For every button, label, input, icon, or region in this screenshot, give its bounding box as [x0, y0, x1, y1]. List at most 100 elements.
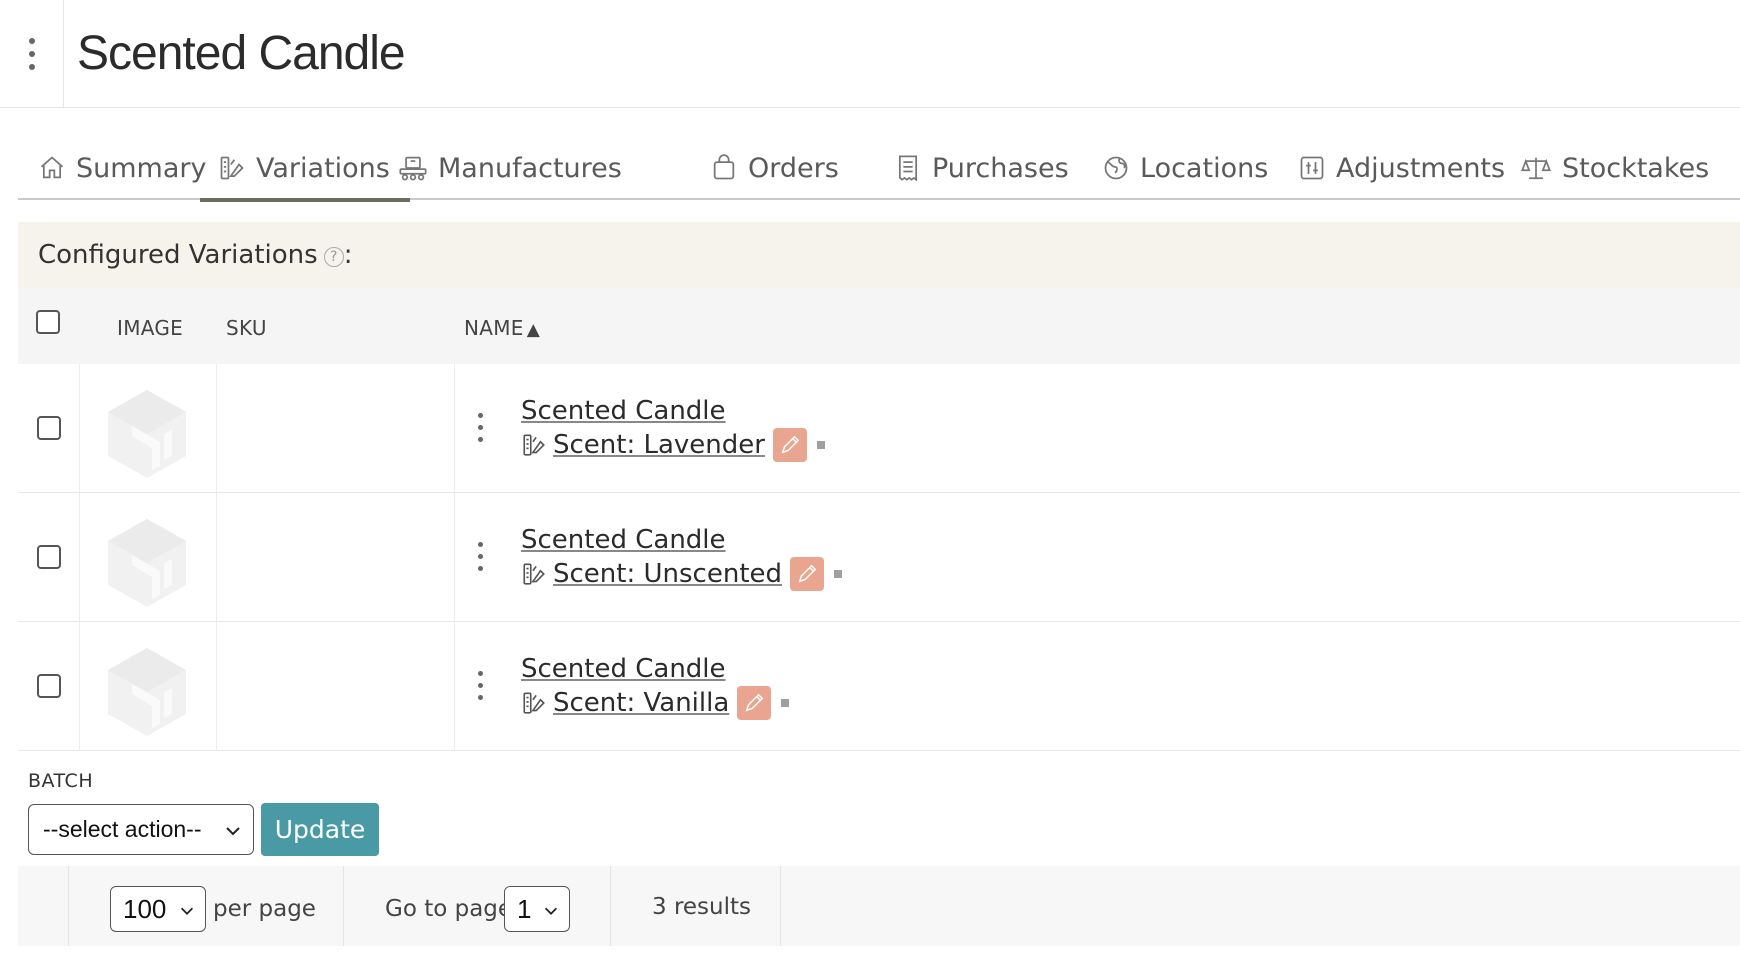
table-row: Scented Candle Scent: Lavender: [18, 364, 1740, 493]
row-image-cell: [80, 364, 217, 493]
batch-action-select[interactable]: --select action--: [28, 804, 254, 855]
row-actions-kebab-icon[interactable]: [478, 671, 483, 700]
row-checkbox[interactable]: [37, 416, 61, 440]
tab-adjustments[interactable]: Adjustments: [1298, 136, 1505, 200]
variations-icon: [523, 563, 545, 585]
tab-variations[interactable]: Variations: [200, 136, 410, 202]
table-row: Scented Candle Scent: Unscented: [18, 493, 1740, 622]
shopping-bag-icon: [713, 154, 735, 180]
product-placeholder-icon: [108, 648, 186, 736]
variation-name-link[interactable]: Scent: Vanilla: [553, 688, 729, 718]
variation-line: Scent: Unscented: [521, 557, 843, 591]
tab-summary-label: Summary: [76, 152, 207, 184]
row-actions-kebab-icon[interactable]: [478, 413, 483, 442]
product-name-link[interactable]: Scented Candle: [521, 396, 726, 426]
row-select-cell: [18, 622, 80, 751]
pencil-icon: [745, 693, 764, 712]
per-page-label: per page: [213, 896, 316, 922]
page-select[interactable]: 1: [504, 886, 570, 932]
batch-action-value: --select action--: [43, 816, 202, 842]
scales-icon: [1521, 157, 1551, 180]
row-sku-cell: [217, 493, 455, 622]
table-row: Scented Candle Scent: Vanilla: [18, 622, 1740, 751]
column-header-sku[interactable]: SKU: [226, 316, 267, 340]
tab-locations[interactable]: Locations: [1102, 136, 1268, 200]
product-name-link[interactable]: Scented Candle: [521, 525, 726, 555]
tab-manufactures-label: Manufactures: [438, 152, 622, 184]
variations-icon: [523, 434, 545, 456]
batch-label: BATCH: [28, 770, 94, 792]
product-name-link[interactable]: Scented Candle: [521, 654, 726, 684]
per-page-value: 100: [123, 893, 167, 924]
column-header-name[interactable]: NAME ▲: [464, 316, 540, 340]
product-placeholder-icon: [108, 390, 186, 478]
divider: [343, 866, 344, 946]
tab-purchases-label: Purchases: [932, 152, 1069, 184]
home-icon: [40, 156, 64, 179]
tab-summary[interactable]: Summary: [38, 136, 206, 200]
tab-stocktakes-label: Stocktakes: [1562, 152, 1710, 184]
chevron-down-icon: [544, 907, 558, 915]
edit-variation-button[interactable]: [737, 686, 772, 720]
tab-stocktakes[interactable]: Stocktakes: [1520, 136, 1709, 200]
divider: [68, 866, 69, 946]
variations-icon: [523, 692, 545, 714]
tab-bar: Summary Variations Manufactures Orders P…: [18, 136, 1740, 202]
divider: [780, 866, 781, 946]
conveyor-icon: [399, 156, 427, 181]
divider: [610, 866, 611, 946]
column-header-name-label: NAME: [464, 316, 524, 340]
variation-name-link[interactable]: Scent: Unscented: [553, 559, 782, 589]
table-header: IMAGE SKU NAME ▲: [18, 288, 1740, 364]
pencil-icon: [781, 435, 800, 454]
row-sku-cell: [217, 622, 455, 751]
page-header: Scented Candle: [0, 0, 1740, 108]
row-checkbox[interactable]: [37, 545, 61, 569]
goto-page-label: Go to page: [385, 896, 513, 922]
row-select-cell: [18, 493, 80, 622]
select-all-checkbox[interactable]: [36, 310, 60, 334]
tab-variations-label: Variations: [256, 152, 390, 184]
row-actions-kebab-icon[interactable]: [478, 542, 483, 571]
pagination-bar: 100 per page Go to page 1 3 results: [18, 866, 1740, 946]
tab-manufactures[interactable]: Manufactures: [398, 136, 622, 200]
tab-orders[interactable]: Orders: [710, 136, 839, 200]
edit-variation-button[interactable]: [790, 557, 825, 591]
page-menu-kebab-icon[interactable]: [0, 0, 64, 108]
tab-purchases[interactable]: Purchases: [894, 136, 1069, 200]
sliders-icon: [1300, 156, 1324, 180]
per-page-select[interactable]: 100: [110, 886, 206, 932]
update-button[interactable]: Update: [261, 803, 379, 856]
status-indicator: [834, 570, 843, 578]
row-image-cell: [80, 622, 217, 751]
status-indicator: [816, 441, 825, 449]
configured-variations-header: Configured Variations ? :: [18, 222, 1740, 288]
variation-line: Scent: Lavender: [521, 428, 825, 462]
receipt-icon: [898, 155, 918, 182]
column-header-image: IMAGE: [117, 316, 184, 340]
status-indicator: [781, 699, 790, 707]
row-select-cell: [18, 364, 80, 493]
variations-icon: [220, 156, 244, 180]
results-count: 3 results: [652, 894, 751, 920]
tab-locations-label: Locations: [1140, 152, 1269, 184]
configured-variations-title: Configured Variations: [38, 240, 318, 270]
globe-icon: [1104, 156, 1128, 180]
sort-ascending-icon: ▲: [526, 320, 541, 340]
row-sku-cell: [217, 364, 455, 493]
row-checkbox[interactable]: [37, 674, 61, 698]
variation-line: Scent: Vanilla: [521, 686, 790, 720]
chevron-down-icon: [180, 907, 194, 915]
page-title: Scented Candle: [77, 27, 406, 80]
tab-orders-label: Orders: [748, 152, 839, 184]
product-placeholder-icon: [108, 519, 186, 607]
page-value: 1: [517, 893, 532, 924]
edit-variation-button[interactable]: [772, 428, 807, 462]
chevron-down-icon: [226, 827, 240, 836]
tab-adjustments-label: Adjustments: [1336, 152, 1506, 184]
row-image-cell: [80, 493, 217, 622]
help-icon[interactable]: ?: [323, 247, 344, 267]
variation-name-link[interactable]: Scent: Lavender: [553, 430, 765, 460]
configured-variations-colon: :: [343, 240, 353, 270]
pencil-icon: [798, 564, 817, 583]
